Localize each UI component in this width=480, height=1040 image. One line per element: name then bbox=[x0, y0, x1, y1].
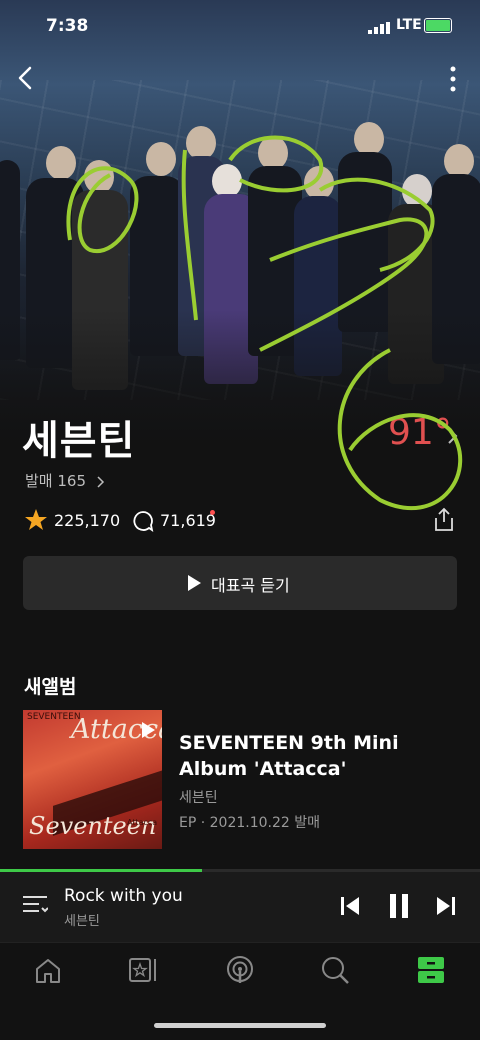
chevron-right-icon[interactable] bbox=[446, 426, 458, 446]
home-indicator bbox=[154, 1023, 326, 1028]
library-icon[interactable] bbox=[128, 955, 158, 985]
release-count-link[interactable]: 발매 165 bbox=[25, 470, 105, 491]
star-icon[interactable] bbox=[24, 508, 48, 532]
album-artist[interactable]: 세븐틴 bbox=[179, 787, 218, 807]
share-icon[interactable] bbox=[432, 506, 456, 532]
new-album-heading: 새앨범 bbox=[24, 676, 77, 698]
home-icon[interactable] bbox=[33, 955, 63, 985]
release-count: 발매 165 bbox=[25, 472, 86, 490]
status-bar: 7:38 LTE bbox=[0, 0, 480, 50]
pause-icon[interactable] bbox=[388, 893, 410, 919]
new-badge bbox=[210, 510, 215, 515]
play-representative-button[interactable]: 대표곡 듣기 bbox=[23, 556, 457, 610]
artist-temperature[interactable]: 91° bbox=[388, 412, 452, 453]
play-button-label: 대표곡 듣기 bbox=[211, 576, 290, 595]
status-time: 7:38 bbox=[46, 16, 89, 36]
member-head bbox=[212, 164, 242, 198]
storage-icon[interactable] bbox=[416, 955, 446, 985]
member-head bbox=[304, 166, 334, 200]
now-playing-artist: 세븐틴 bbox=[64, 914, 100, 929]
now-playing-title: Rock with you bbox=[64, 886, 183, 906]
podcast-icon[interactable] bbox=[225, 955, 255, 985]
previous-track-icon[interactable] bbox=[340, 895, 360, 917]
artist-hero-image bbox=[0, 0, 480, 470]
mini-player[interactable]: Rock with you 세븐틴 bbox=[0, 872, 480, 942]
member-head bbox=[354, 122, 384, 156]
fan-count: 225,170 bbox=[54, 511, 121, 530]
play-icon bbox=[188, 575, 201, 591]
battery-icon bbox=[424, 18, 452, 33]
member-head bbox=[146, 142, 176, 176]
cellular-signal-icon bbox=[368, 22, 390, 34]
member-head bbox=[46, 146, 76, 180]
member-head bbox=[186, 126, 216, 160]
album-cover[interactable]: SEVENTEEN Attacca Seventeen Attacca bbox=[23, 710, 162, 849]
playlist-icon[interactable] bbox=[22, 894, 48, 916]
cover-text-small: Attacca bbox=[127, 818, 158, 827]
comment-icon[interactable] bbox=[132, 510, 154, 532]
member-head bbox=[258, 136, 288, 170]
more-options-icon[interactable] bbox=[446, 64, 460, 94]
chevron-right-icon bbox=[97, 475, 104, 488]
album-title[interactable]: SEVENTEEN 9th Mini Album 'Attacca' bbox=[179, 730, 459, 782]
search-icon[interactable] bbox=[320, 955, 350, 985]
member-head bbox=[402, 174, 432, 208]
member-head bbox=[84, 160, 114, 194]
artist-name: 세븐틴 bbox=[22, 418, 136, 464]
next-track-icon[interactable] bbox=[436, 895, 456, 917]
network-type: LTE bbox=[396, 17, 422, 33]
comment-count: 71,619 bbox=[160, 511, 216, 530]
member-figure bbox=[338, 152, 392, 332]
back-icon[interactable] bbox=[14, 64, 38, 92]
member-head bbox=[444, 144, 474, 178]
cover-play-icon[interactable] bbox=[141, 722, 155, 738]
album-meta: EP · 2021.10.22 발매 bbox=[179, 815, 321, 831]
